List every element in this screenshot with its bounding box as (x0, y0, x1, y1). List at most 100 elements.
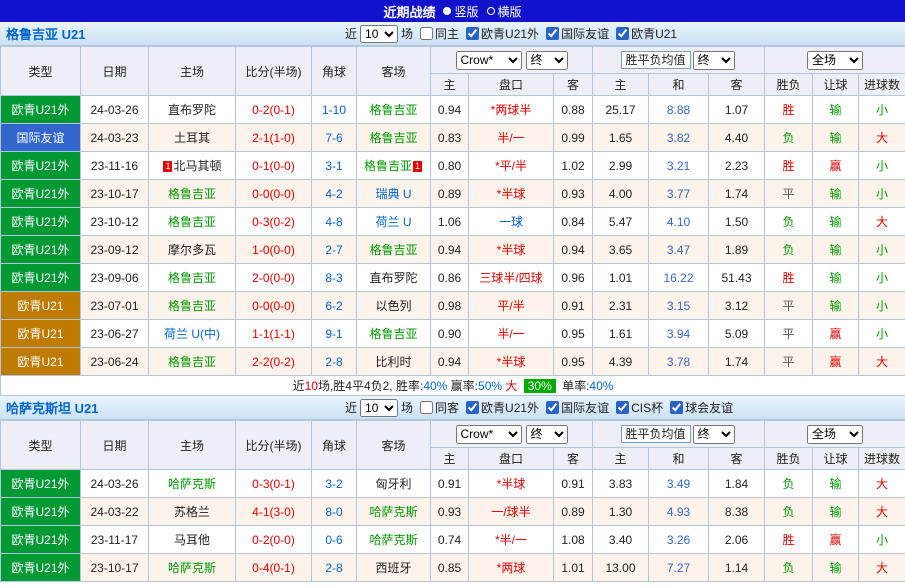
home-team-name[interactable]: 哈萨克斯 (168, 477, 216, 491)
handicap: *半球 (468, 469, 554, 498)
match-row: 欧青U21外 23-10-17 格鲁吉亚 0-0(0-0) 4-2 瑞典 U 0.89 *半球… (0, 179, 905, 208)
away-team-name[interactable]: 格鲁吉亚 (364, 159, 412, 173)
away-team-name[interactable]: 哈萨克斯 (369, 505, 417, 519)
recent-count-select[interactable]: 10 (360, 398, 399, 417)
sub-column-header: 客 (553, 73, 593, 96)
avg-home-win: 1.61 (592, 319, 649, 348)
away-team-name[interactable]: 格鲁吉亚 (369, 131, 417, 145)
home-team-name[interactable]: 格鲁吉亚 (168, 271, 216, 285)
handicap: 一/球半 (468, 497, 554, 526)
final-avg-select[interactable]: 终 (692, 424, 735, 444)
layout-radio-horizontal[interactable]: 横版 (486, 3, 522, 20)
filter-checkbox[interactable] (546, 401, 560, 414)
filter-option-2: 国际友谊 (546, 25, 609, 42)
home-odds: 0.74 (430, 525, 469, 554)
handicap: 半/一 (468, 123, 554, 152)
match-date: 23-07-01 (80, 291, 149, 320)
match-row: 欧青U21外 23-11-16 1 北马其顿 0-1(0-0) 3-1 格鲁吉亚 1 0.80 *… (0, 151, 905, 180)
score: 1-0(0-0) (235, 235, 312, 264)
away-odds: 0.84 (553, 207, 593, 236)
scope-select[interactable]: 全场 (807, 50, 864, 70)
team-title[interactable]: 哈萨克斯坦 U21 (6, 398, 98, 417)
final-avg-select[interactable]: 终 (692, 50, 735, 70)
match-row: 欧青U21 23-07-01 格鲁吉亚 0-0(0-0) 6-2 以色列 0.98 平/半 0.… (0, 291, 905, 320)
avg-home-win: 1.30 (592, 497, 649, 526)
away-team-cell: 西班牙 (356, 553, 431, 582)
away-odds: 0.91 (553, 469, 593, 498)
score: 2-2(0-2) (235, 347, 312, 376)
recent-count-select[interactable]: 10 (360, 24, 399, 43)
column-header: 角球 (311, 420, 357, 470)
sub-column-header: 进球数 (858, 447, 905, 470)
match-result: 负 (764, 235, 814, 264)
odds-company-select[interactable]: Crow* (455, 50, 522, 70)
home-team-cell: 荷兰 U(中) (148, 319, 236, 348)
summary-row: 近10场,胜4平4负2, 胜率:40% 赢率:50% 大 30% 单率:40% (0, 375, 905, 396)
match-type-badge: 欧青U21 (0, 291, 81, 320)
avg-home-win: 2.99 (592, 151, 649, 180)
home-team-name[interactable]: 格鲁吉亚 (168, 355, 216, 369)
match-date: 23-10-17 (80, 553, 149, 582)
filter-checkbox[interactable] (616, 401, 630, 414)
column-header: 角球 (311, 46, 357, 96)
away-team-name[interactable]: 哈萨克斯 (369, 533, 417, 547)
home-team-name: 摩尔多瓦 (167, 243, 216, 257)
home-team-name[interactable]: 格鲁吉亚 (168, 299, 216, 313)
match-result: 胜 (764, 95, 814, 124)
final-odds-select[interactable]: 终 (525, 50, 568, 70)
page-title: 近期战绩 (383, 4, 436, 20)
filter-checkbox[interactable] (546, 27, 560, 40)
home-team-name[interactable]: 哈萨克斯 (168, 561, 216, 575)
away-team-name[interactable]: 格鲁吉亚 (369, 103, 417, 117)
filter-option-4: 球会友谊 (670, 399, 733, 416)
home-odds: 0.83 (430, 123, 469, 152)
away-team-name[interactable]: 瑞典 U (375, 187, 411, 201)
sub-column-header: 主 (592, 447, 649, 470)
filter-checkbox[interactable] (616, 27, 630, 40)
home-team-name[interactable]: 荷兰 U(中) (164, 327, 220, 341)
filter-checkbox[interactable] (420, 401, 434, 414)
filter-checkbox[interactable] (670, 401, 684, 414)
final-odds-select[interactable]: 终 (525, 424, 568, 444)
match-result: 胜 (764, 151, 814, 180)
home-team-name[interactable]: 格鲁吉亚 (168, 215, 216, 229)
home-team-cell: 格鲁吉亚 (148, 347, 236, 376)
home-team-name: 马耳他 (173, 533, 210, 547)
match-result: 平 (764, 319, 814, 348)
summary-part: 赢率: (447, 379, 479, 393)
avg-away-win: 1.50 (707, 207, 766, 236)
home-odds: 0.80 (430, 151, 469, 180)
handicap: *平/半 (468, 151, 554, 180)
away-team-name[interactable]: 格鲁吉亚 (369, 243, 417, 257)
match-row: 国际友谊 24-03-23 土耳其 2-1(1-0) 7-6 格鲁吉亚 0.83 半/一 0.9… (0, 123, 905, 152)
layout-radio-vertical[interactable]: 竖版 (443, 3, 479, 20)
odds-company-select[interactable]: Crow* (455, 424, 522, 444)
match-type-badge: 欧青U21外 (0, 263, 81, 292)
away-team-name[interactable]: 荷兰 U (375, 215, 411, 229)
avg-draw: 8.88 (648, 95, 709, 124)
home-odds: 0.90 (430, 319, 469, 348)
corners: 9-1 (311, 319, 357, 348)
avg-label: 胜平负均值 (620, 425, 691, 443)
score: 1-1(1-1) (235, 319, 312, 348)
away-team-cell: 以色列 (356, 291, 431, 320)
away-team-name: 以色列 (375, 299, 412, 313)
avg-draw: 3.49 (648, 469, 709, 498)
match-result: 平 (764, 347, 814, 376)
home-odds: 0.86 (430, 263, 469, 292)
filter-checkbox[interactable] (420, 27, 434, 40)
team-title[interactable]: 格鲁吉亚 U21 (6, 24, 85, 43)
away-team-name[interactable]: 格鲁吉亚 (369, 327, 417, 341)
filter-checkbox[interactable] (466, 401, 480, 414)
away-team-name: 匈牙利 (375, 477, 412, 491)
sub-column-header: 主 (430, 73, 469, 96)
scope-select[interactable]: 全场 (807, 424, 864, 444)
home-team-name[interactable]: 格鲁吉亚 (168, 187, 216, 201)
corners: 1-10 (311, 95, 357, 124)
filter-checkbox[interactable] (466, 27, 480, 40)
match-row: 欧青U21外 23-11-17 马耳他 0-2(0-0) 0-6 哈萨克斯 0.74 *半/一… (0, 525, 905, 554)
filter-option-2: 国际友谊 (546, 399, 609, 416)
home-team-name: 苏格兰 (173, 505, 210, 519)
filter-option-3: 欧青U21 (616, 25, 677, 42)
avg-home-win: 3.65 (592, 235, 649, 264)
